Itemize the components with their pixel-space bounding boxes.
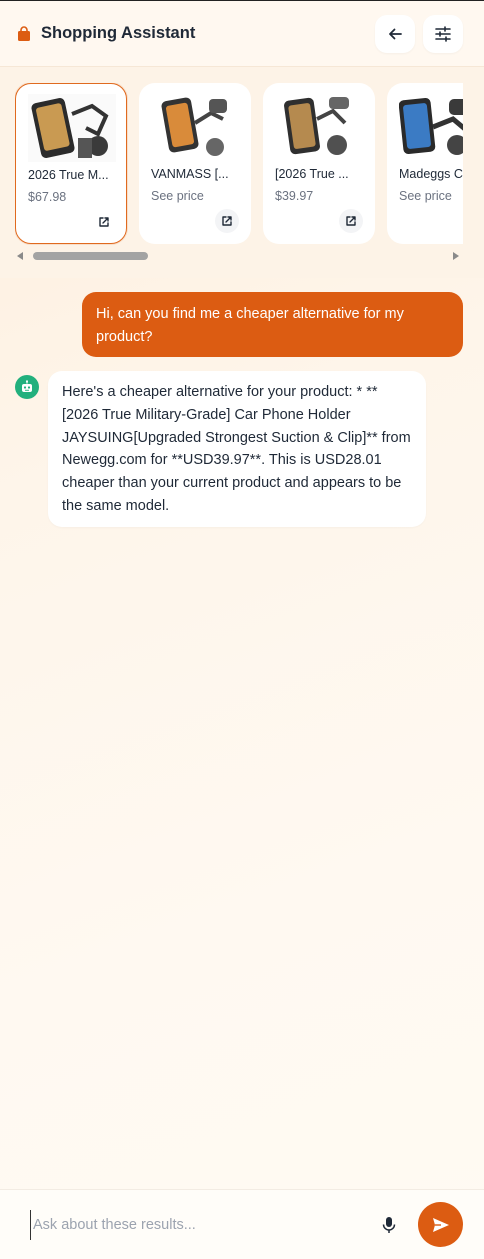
send-icon [432,1217,449,1232]
product-price: See price [399,189,452,203]
shopping-bag-icon [16,25,32,42]
assistant-message: Here's a cheaper alternative for your pr… [48,371,426,527]
open-product-button[interactable] [339,209,363,233]
product-carousel: 2026 True M... $67.98 VANMASS [... See p… [0,66,484,278]
send-button[interactable] [418,1202,463,1247]
external-link-icon [222,216,232,226]
microphone-icon [382,1217,396,1233]
external-link-icon [99,217,109,227]
product-title: VANMASS [... [151,167,229,181]
bot-avatar [15,375,39,399]
app-title: Shopping Assistant [41,24,196,42]
user-message: Hi, can you find me a cheaper alternativ… [82,292,463,357]
product-title: [2026 True ... [275,167,349,181]
header: Shopping Assistant [0,1,484,66]
arrow-left-icon [389,28,402,40]
product-price: $67.98 [28,190,67,204]
back-button[interactable] [375,15,415,53]
product-price: $39.97 [275,189,314,203]
scroll-right-arrow-icon[interactable] [453,252,459,260]
product-card[interactable]: [2026 True ... $39.97 [263,83,375,244]
product-card[interactable]: Madeggs C... See price [387,83,463,244]
product-title: 2026 True M... [28,168,109,182]
voice-input-button[interactable] [376,1212,402,1238]
product-image [151,93,239,161]
chat-input-bar [0,1189,484,1259]
product-image [399,93,463,161]
robot-icon [22,380,32,392]
horizontal-scrollbar[interactable] [15,250,463,262]
product-image [28,94,116,162]
chat-input[interactable] [30,1210,350,1240]
product-card[interactable]: 2026 True M... $67.98 [15,83,127,244]
scroll-left-arrow-icon[interactable] [17,252,23,260]
external-link-icon [346,216,356,226]
filter-button[interactable] [423,15,463,53]
product-card[interactable]: VANMASS [... See price [139,83,251,244]
open-product-button[interactable] [215,209,239,233]
sliders-icon [435,26,451,42]
product-card-list: 2026 True M... $67.98 VANMASS [... See p… [15,83,463,245]
product-price: See price [151,189,204,203]
scrollbar-thumb[interactable] [33,252,148,260]
open-product-button[interactable] [92,210,116,234]
product-title: Madeggs C... [399,167,463,181]
product-image [275,93,363,161]
